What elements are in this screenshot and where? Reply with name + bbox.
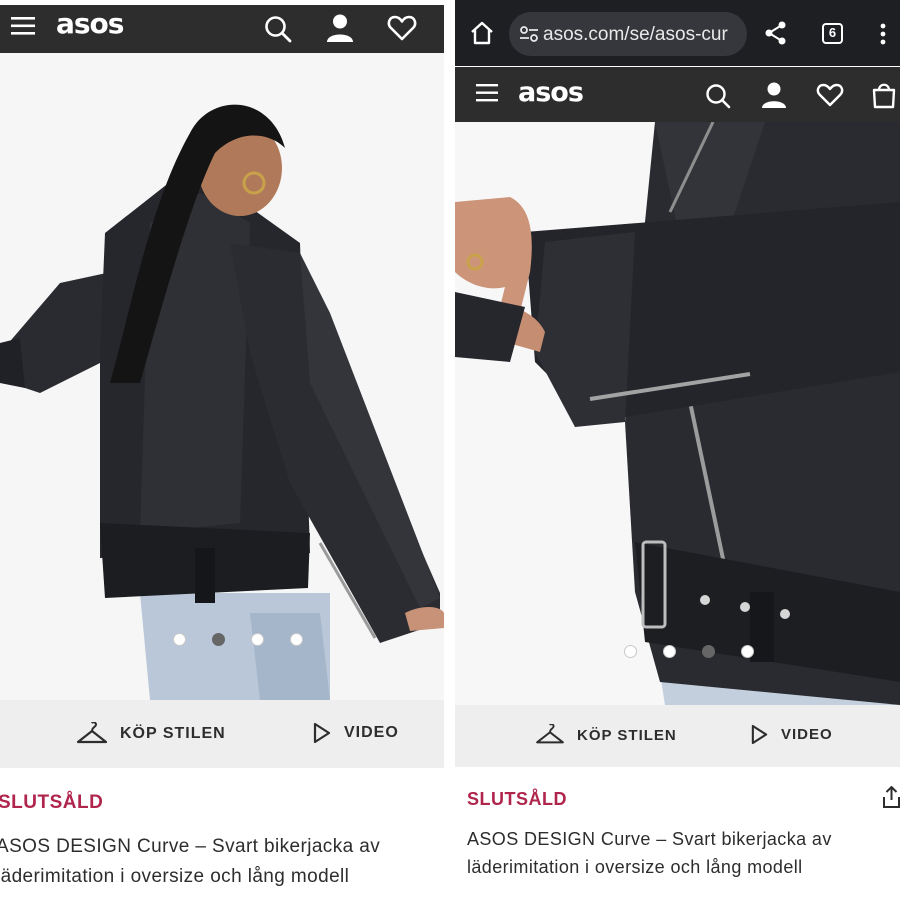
menu-icon[interactable]: [10, 14, 36, 38]
browser-toolbar: asos.com/se/asos-cur 6: [455, 0, 900, 66]
image-carousel-dots: [173, 633, 303, 646]
hanger-icon: [76, 722, 108, 744]
asos-header: asos: [0, 5, 444, 53]
account-icon[interactable]: [761, 81, 787, 109]
shop-the-look-button[interactable]: KÖP STILEN: [535, 724, 677, 746]
bag-icon[interactable]: [871, 81, 897, 109]
carousel-dot[interactable]: [173, 633, 186, 646]
hanger-icon: [536, 724, 564, 744]
product-title: ASOS DESIGN Curve – Svart bikerjacka av …: [467, 825, 832, 881]
screenshot-right: asos.com/se/asos-cur 6 asos KÖP STILEN V…: [455, 0, 900, 900]
wishlist-icon[interactable]: [387, 14, 417, 42]
home-icon[interactable]: [469, 20, 495, 46]
video-label: VIDEO: [344, 724, 399, 741]
product-title-line-1: ASOS DESIGN Curve – Svart bikerjacka av: [467, 829, 832, 849]
product-title-line-2: läderimitation i oversize och lång model…: [0, 866, 350, 887]
video-button[interactable]: VIDEO: [750, 724, 833, 745]
carousel-dot-active[interactable]: [212, 633, 225, 646]
video-label: VIDEO: [781, 726, 833, 743]
carousel-dot[interactable]: [663, 645, 676, 658]
carousel-dot[interactable]: [290, 633, 303, 646]
product-title-line-2: läderimitation i oversize och lång model…: [467, 857, 803, 877]
account-icon[interactable]: [326, 13, 354, 43]
product-photo-jacket-back-view: [0, 53, 444, 700]
share-icon[interactable]: [763, 20, 789, 46]
screenshot-left: asos KÖP STILEN VIDEO SLUTSÅLD ASOS DESI…: [0, 0, 448, 900]
product-action-bar: KÖP STILEN VIDEO: [0, 700, 444, 768]
more-options-icon[interactable]: [879, 22, 887, 46]
video-button[interactable]: VIDEO: [312, 722, 399, 744]
product-action-bar: KÖP STILEN VIDEO: [455, 705, 900, 767]
carousel-dot[interactable]: [741, 645, 754, 658]
shop-the-look-label: KÖP STILEN: [120, 725, 226, 742]
product-photo-jacket-detail: [455, 122, 900, 705]
tabs-icon[interactable]: 6: [822, 23, 843, 44]
sold-out-label: SLUTSÅLD: [0, 792, 104, 813]
search-icon[interactable]: [704, 82, 732, 110]
asos-logo[interactable]: asos: [56, 7, 124, 40]
image-carousel-dots: [624, 645, 754, 658]
sold-out-label: SLUTSÅLD: [467, 789, 567, 809]
asos-logo[interactable]: asos: [518, 77, 584, 108]
share-icon[interactable]: [883, 786, 900, 808]
wishlist-icon[interactable]: [816, 82, 844, 108]
product-image[interactable]: [0, 53, 444, 700]
shop-the-look-label: KÖP STILEN: [577, 726, 677, 744]
play-icon: [313, 722, 331, 744]
url-text: asos.com/se/asos-cur: [543, 24, 728, 45]
site-settings-icon[interactable]: [519, 24, 539, 44]
product-title-line-1: ASOS DESIGN Curve – Svart bikerjacka av: [0, 836, 381, 857]
product-title: ASOS DESIGN Curve – Svart bikerjacka av …: [0, 832, 380, 892]
address-bar[interactable]: asos.com/se/asos-cur: [509, 12, 747, 56]
carousel-dot[interactable]: [624, 645, 637, 658]
search-icon[interactable]: [263, 14, 293, 44]
carousel-dot[interactable]: [251, 633, 264, 646]
carousel-dot-active[interactable]: [702, 645, 715, 658]
menu-icon[interactable]: [475, 82, 499, 104]
asos-header: asos: [455, 67, 900, 122]
product-image[interactable]: [455, 122, 900, 705]
shop-the-look-button[interactable]: KÖP STILEN: [76, 722, 226, 746]
play-icon: [751, 724, 768, 745]
